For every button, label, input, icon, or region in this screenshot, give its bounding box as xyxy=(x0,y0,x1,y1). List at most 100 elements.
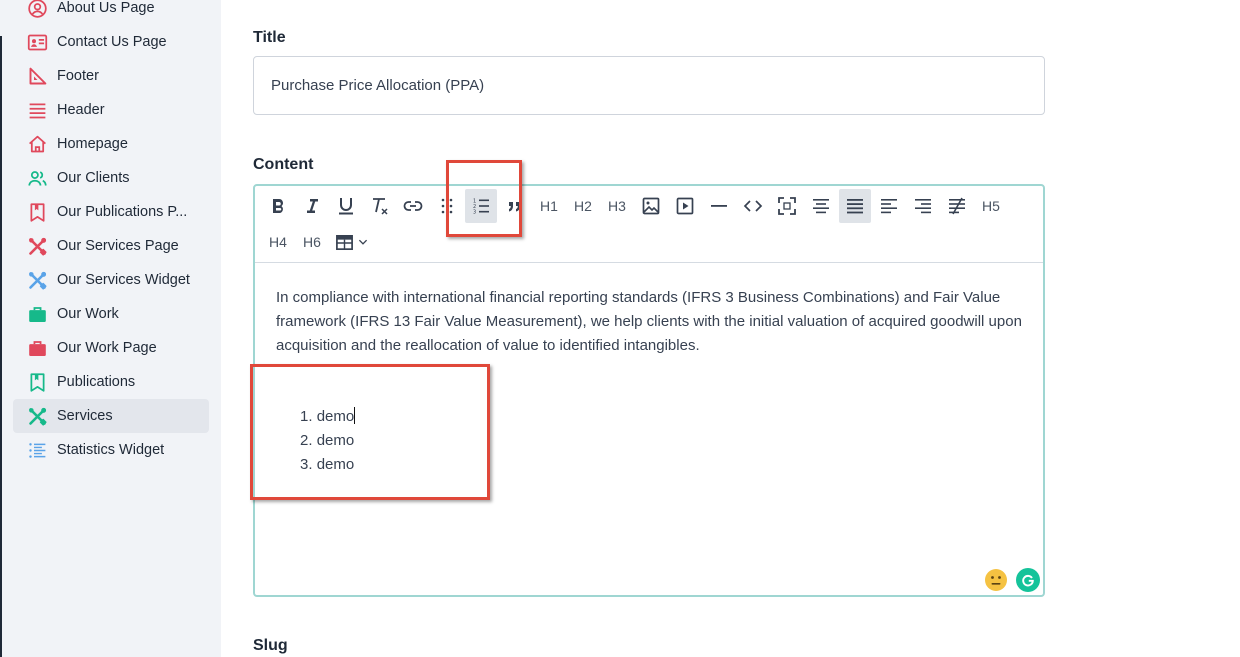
italic-button[interactable] xyxy=(296,189,328,223)
align-right-button[interactable] xyxy=(907,189,939,223)
insert-video-button[interactable] xyxy=(669,189,701,223)
align-center-icon xyxy=(813,199,829,214)
link-button[interactable] xyxy=(397,189,429,223)
table-dropdown-button[interactable] xyxy=(331,225,373,259)
tools-icon xyxy=(26,405,48,427)
title-input[interactable]: Purchase Price Allocation (PPA) xyxy=(253,56,1045,115)
rich-text-editor[interactable]: 123 H1 H2 H3 H5 H4 H6 In compliance with… xyxy=(253,184,1045,597)
sidebar-item-our-services-page[interactable]: Our Services Page xyxy=(13,229,209,263)
title-label: Title xyxy=(253,29,286,46)
briefcase-icon xyxy=(26,337,48,359)
sidebar-item-label: Homepage xyxy=(57,136,128,152)
sidebar-item-services[interactable]: Services xyxy=(13,399,209,433)
underline-icon xyxy=(339,198,353,215)
sidebar-item-homepage[interactable]: Homepage xyxy=(13,127,209,161)
fullscreen-icon xyxy=(778,197,796,215)
align-right-icon xyxy=(915,199,931,214)
sidebar-item-footer[interactable]: Footer xyxy=(13,59,209,93)
blockquote-button[interactable] xyxy=(499,189,531,223)
sidebar-item-label: Our Services Page xyxy=(57,238,179,254)
sidebar-item-contact-us-page[interactable]: Contact Us Page xyxy=(13,25,209,59)
sidebar-item-label: Our Clients xyxy=(57,170,130,186)
sidebar-item-label: Footer xyxy=(57,68,99,84)
heading-6-button[interactable]: H6 xyxy=(296,225,328,259)
numbered-list-icon: 123 xyxy=(473,199,489,216)
sidebar-item-label: Our Services Widget xyxy=(57,272,190,288)
bold-icon xyxy=(273,199,283,213)
strikethrough-lines-icon xyxy=(949,197,965,215)
clear-format-button[interactable] xyxy=(364,189,396,223)
image-icon xyxy=(642,197,660,215)
sidebar-item-our-work-page[interactable]: Our Work Page xyxy=(13,331,209,365)
sidebar-item-label: Our Publications P... xyxy=(57,204,188,220)
heading-3-button[interactable]: H3 xyxy=(601,189,633,223)
sidebar-item-our-clients[interactable]: Our Clients xyxy=(13,161,209,195)
list-item: 1. demo xyxy=(300,407,356,425)
ordered-list: 1. demo 2. demo 3. demo xyxy=(300,405,356,477)
horizontal-rule-button[interactable] xyxy=(703,189,735,223)
sidebar-item-label: Services xyxy=(57,408,113,424)
grammarly-icon[interactable] xyxy=(1016,568,1040,592)
strikethrough-align-button[interactable] xyxy=(941,189,973,223)
horizontal-rule-icon xyxy=(711,205,727,207)
sidebar-item-header[interactable]: Header xyxy=(13,93,209,127)
list-icon xyxy=(26,439,48,461)
fullscreen-button[interactable] xyxy=(771,189,803,223)
bullet-list-icon xyxy=(441,198,453,214)
chevron-down-icon xyxy=(358,239,368,245)
tools-icon xyxy=(26,269,48,291)
svg-text:3: 3 xyxy=(473,210,476,216)
align-center-button[interactable] xyxy=(805,189,837,223)
underline-button[interactable] xyxy=(330,189,362,223)
bookmark-icon xyxy=(26,201,48,223)
tools-icon xyxy=(26,235,48,257)
content-label: Content xyxy=(253,156,314,173)
user-circle-icon xyxy=(26,0,48,19)
sidebar-item-our-work[interactable]: Our Work xyxy=(13,297,209,331)
numbered-list-button[interactable]: 123 xyxy=(465,189,497,223)
editor-toolbar: 123 H1 H2 H3 H5 H4 H6 xyxy=(255,186,1043,263)
list-item: 3. demo xyxy=(300,456,355,473)
sidebar-item-our-services-widget[interactable]: Our Services Widget xyxy=(13,263,209,297)
bold-button[interactable] xyxy=(262,189,294,223)
text-cursor xyxy=(354,407,356,424)
sidebar-edge xyxy=(0,36,2,657)
heading-2-button[interactable]: H2 xyxy=(567,189,599,223)
link-icon xyxy=(403,201,423,211)
heading-4-button[interactable]: H4 xyxy=(262,225,294,259)
align-justify-button[interactable] xyxy=(839,189,871,223)
bookmark-icon xyxy=(26,371,48,393)
align-left-button[interactable] xyxy=(873,189,905,223)
sidebar: About Us Page Contact Us Page Footer Header… xyxy=(0,0,221,657)
quote-icon xyxy=(509,202,520,212)
sidebar-item-label: Contact Us Page xyxy=(57,34,167,50)
sidebar-nav: About Us Page Contact Us Page Footer Header… xyxy=(13,0,209,467)
insert-image-button[interactable] xyxy=(635,189,667,223)
align-justify-icon xyxy=(847,199,863,214)
sidebar-item-publications[interactable]: Publications xyxy=(13,365,209,399)
heading-5-button[interactable]: H5 xyxy=(975,189,1007,223)
users-icon xyxy=(26,167,48,189)
ruler-triangle-icon xyxy=(26,65,48,87)
contact-card-icon xyxy=(26,31,48,53)
sidebar-item-about-us-page[interactable]: About Us Page xyxy=(13,0,209,25)
video-icon xyxy=(676,197,694,215)
title-input-value: Purchase Price Allocation (PPA) xyxy=(271,77,485,94)
bulleted-list-button[interactable] xyxy=(431,189,463,223)
sidebar-item-label: Our Work Page xyxy=(57,340,157,356)
emoji-icon[interactable] xyxy=(984,568,1008,592)
sidebar-item-our-publications-p[interactable]: Our Publications P... xyxy=(13,195,209,229)
italic-icon xyxy=(307,199,318,213)
sidebar-item-label: Statistics Widget xyxy=(57,442,165,458)
menu-lines-icon xyxy=(26,99,48,121)
align-left-icon xyxy=(881,199,897,214)
heading-1-button[interactable]: H1 xyxy=(533,189,565,223)
code-button[interactable] xyxy=(737,189,769,223)
sidebar-item-label: Header xyxy=(57,102,105,118)
code-icon xyxy=(743,200,763,212)
list-item: 2. demo xyxy=(300,432,355,449)
sidebar-item-label: Publications xyxy=(57,374,136,390)
table-icon xyxy=(336,234,353,250)
sidebar-item-statistics-widget[interactable]: Statistics Widget xyxy=(13,433,209,467)
clear-format-icon xyxy=(373,198,388,215)
